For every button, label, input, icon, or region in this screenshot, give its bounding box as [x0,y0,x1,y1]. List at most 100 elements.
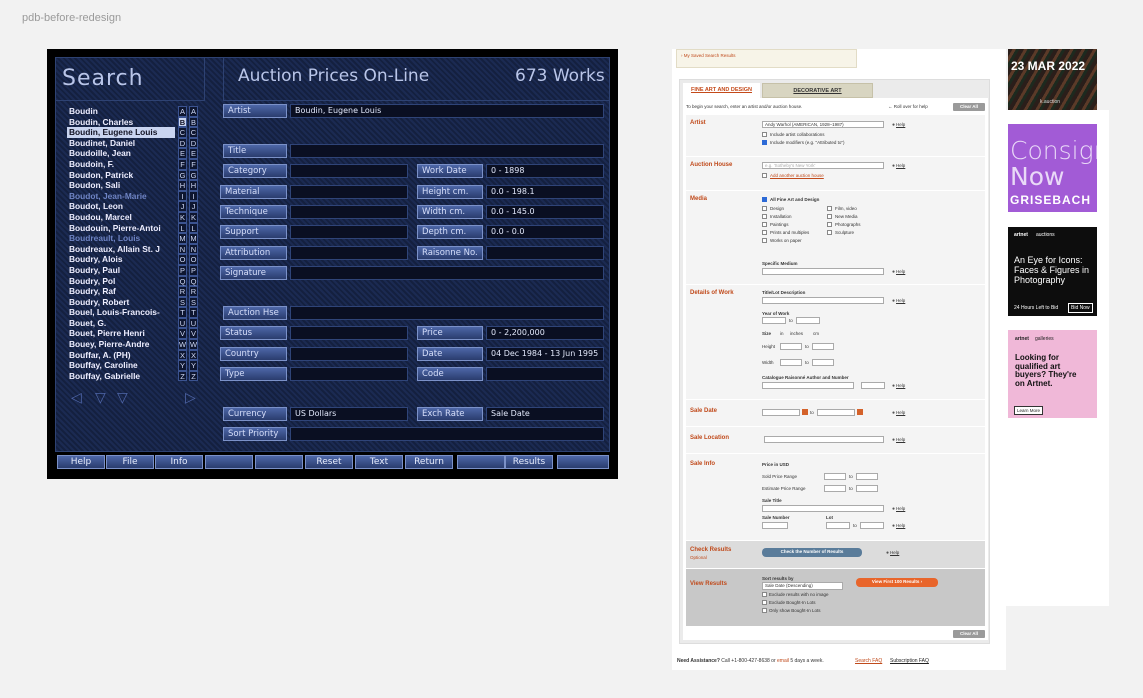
artist-list-item[interactable]: Boudin [67,106,175,117]
alphabet-letter[interactable]: F [189,158,198,170]
sort-priority-button[interactable]: Sort Priority [223,427,287,441]
estimate-from-input[interactable] [824,485,846,492]
title-button[interactable]: Title [223,144,287,158]
alphabet-row[interactable]: LL [178,222,200,234]
sold-price-to-input[interactable] [856,473,878,480]
alphabet-letter[interactable]: C [189,127,198,138]
alphabet-letter[interactable]: Z [189,370,198,382]
alphabet-letter[interactable]: U [189,317,198,329]
artist-list-item[interactable]: Bouffar, A. (PH) [67,350,175,361]
bottom-button-reset[interactable]: Reset [305,455,353,469]
artist-list-item[interactable]: Boudry, Robert [67,297,175,308]
material-field[interactable] [290,185,408,199]
calendar-to-icon[interactable] [857,409,863,415]
alphabet-letter[interactable]: I [189,190,198,202]
alphabet-row[interactable]: SS [178,296,200,308]
artist-list-item[interactable]: Boudin, Charles [67,117,175,128]
width-field[interactable]: 0.0 - 145.0 [486,205,604,219]
alphabet-letter[interactable]: W [178,339,187,350]
artist-list-item[interactable]: Bouel, Louis-Francois- [67,307,175,318]
alphabet-letter[interactable]: X [189,349,198,361]
alphabet-row[interactable]: VV [178,328,200,340]
depth-field[interactable]: 0.0 - 0.0 [486,225,604,239]
media-checkbox[interactable] [827,222,832,227]
alphabet-letter[interactable]: X [178,349,187,361]
artist-list-item[interactable]: Boudreault, Louis [67,233,175,244]
alphabet-row[interactable]: FF [178,158,200,170]
alphabet-letter[interactable]: B [189,116,198,128]
country-field[interactable] [290,347,408,361]
alphabet-row[interactable]: BB [178,116,200,128]
alphabet-letter[interactable]: N [189,243,198,255]
lot-help-link[interactable]: Help [892,523,905,529]
auction-house-field[interactable] [290,306,604,320]
alphabet-letter[interactable]: D [189,137,198,149]
alphabet-letter[interactable]: T [189,307,198,318]
artist-list-item[interactable]: Bouet, Pierre Henri [67,328,175,339]
sale-date-from-input[interactable] [762,409,800,416]
ad3-bid-now-button[interactable]: Bid Now [1068,303,1093,313]
alphabet-row[interactable]: UU [178,317,200,329]
add-auction-house-icon[interactable] [762,173,767,178]
alphabet-letter[interactable]: O [178,254,187,265]
support-button[interactable]: Support [220,225,287,239]
alphabet-letter[interactable]: Y [189,360,198,371]
bottom-button-blank[interactable] [255,455,303,469]
unit-cm-radio[interactable]: cm [813,331,819,336]
media-checkbox[interactable] [762,214,767,219]
alphabet-row[interactable]: EE [178,148,200,159]
alphabet-letter[interactable]: R [189,286,198,297]
scroll-down-alt-icon[interactable]: ▽ [117,389,128,406]
media-checkbox[interactable] [762,238,767,243]
artist-list-item[interactable]: Boudry, Paul [67,265,175,276]
bottom-button-results[interactable]: Results [505,455,553,469]
height-to-input[interactable] [812,343,834,350]
price-button[interactable]: Price [417,326,483,340]
alphabet-letter[interactable]: L [189,222,198,234]
alphabet-letter[interactable]: H [189,180,198,191]
height-button[interactable]: Height cm. [417,185,483,199]
alphabet-letter[interactable]: V [189,328,198,340]
alphabet-letter[interactable]: H [178,180,187,191]
status-button[interactable]: Status [220,326,287,340]
artist-field[interactable]: Boudin, Eugene Louis [290,104,604,118]
sale-location-input[interactable] [764,436,884,443]
catalogue-help-link[interactable]: Help [892,383,905,389]
bottom-button-blank[interactable] [557,455,609,469]
exclude-bought-in-checkbox[interactable] [762,600,767,605]
saved-search-link[interactable]: › My Saved Search Results [676,49,857,68]
alphabet-letter[interactable]: C [178,127,187,138]
alphabet-letter[interactable]: I [178,190,187,202]
estimate-to-input[interactable] [856,485,878,492]
artist-list-item[interactable]: Boudot, Jean-Marie [67,191,175,202]
alphabet-letter[interactable]: E [178,148,187,159]
auction-house-button[interactable]: Auction Hse [223,306,287,320]
catalogue-number-input[interactable] [861,382,885,389]
alphabet-letter[interactable]: A [189,106,198,117]
search-faq-link[interactable]: Search FAQ [855,658,882,664]
artist-collab-checkbox[interactable] [762,132,767,137]
sale-number-input[interactable] [762,522,788,529]
auction-house-help-link[interactable]: Help [892,163,905,169]
artist-list-item[interactable]: Boudry, Raf [67,286,175,297]
raisonne-button[interactable]: Raisonne No. [417,246,483,260]
grisebach-ad[interactable]: Consign Now GRISEBACH [1008,124,1097,212]
date-field[interactable]: 04 Dec 1984 - 13 Jun 1995 [486,347,604,361]
only-bought-in-checkbox[interactable] [762,608,767,613]
bottom-button-blank[interactable] [205,455,253,469]
calendar-from-icon[interactable] [802,409,808,415]
alphabet-row[interactable]: AA [178,106,200,117]
type-button[interactable]: Type [220,367,287,381]
artist-list-item[interactable]: Boudin, Eugene Louis [67,127,175,138]
status-field[interactable] [290,326,408,340]
alphabet-letter[interactable]: R [178,286,187,297]
sold-price-from-input[interactable] [824,473,846,480]
alphabet-letter[interactable]: W [189,339,198,350]
artist-list-item[interactable]: Boudry, Alois [67,254,175,265]
alphabet-letter[interactable]: Q [178,275,187,287]
alphabet-letter[interactable]: J [178,201,187,212]
artist-list-item[interactable]: Bouet, G. [67,318,175,329]
artist-list-item[interactable]: Boudot, Leon [67,201,175,212]
artist-button[interactable]: Artist [223,104,287,118]
clear-all-bottom-button[interactable]: Clear All [953,630,985,638]
